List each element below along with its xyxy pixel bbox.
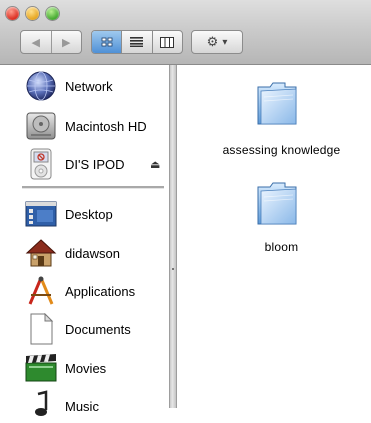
sidebar-resize-handle[interactable]: [169, 65, 177, 408]
minimize-window-button[interactable]: [26, 7, 39, 20]
sidebar-item-label: Documents: [65, 321, 131, 337]
sidebar-item-label: Desktop: [65, 206, 113, 222]
back-button[interactable]: ◀: [21, 31, 51, 53]
sidebar-item-desktop[interactable]: Desktop: [0, 197, 169, 231]
gear-icon: ⚙: [206, 34, 219, 49]
sidebar-item-label: Applications: [65, 283, 136, 299]
list-view-button[interactable]: [121, 31, 151, 53]
applications-icon: [24, 274, 58, 308]
sidebar-item-label: didawson: [65, 245, 120, 261]
sidebar-item-network[interactable]: Network: [0, 69, 169, 103]
hard-drive-icon: [24, 109, 58, 143]
window-toolbar: ◀ ▶ ⚙ ▾: [0, 0, 371, 65]
action-menu-button[interactable]: ⚙ ▾: [191, 30, 243, 54]
folder-label: bloom: [264, 240, 299, 254]
view-mode-control: [91, 30, 183, 54]
column-view-icon: [160, 36, 175, 48]
sidebar: Network Macintosh HD DI'S IPOD ⏏ Desktop…: [0, 65, 169, 416]
sidebar-item-label: Music: [65, 398, 99, 414]
sidebar-item-label: DI'S IPOD: [65, 156, 125, 172]
zoom-window-button[interactable]: [46, 7, 59, 20]
back-arrow-icon: ◀: [31, 36, 40, 49]
icon-view-button[interactable]: [92, 31, 122, 53]
sidebar-item-applications[interactable]: Applications: [0, 274, 169, 308]
sidebar-item-home[interactable]: didawson: [0, 236, 169, 270]
icon-view-icon: [101, 37, 113, 47]
desktop-icon: [24, 197, 58, 231]
documents-icon: [24, 312, 58, 346]
ipod-icon: [24, 147, 58, 181]
sidebar-item-music[interactable]: Music: [0, 389, 169, 423]
movies-icon: [24, 351, 58, 385]
folder-icon: [257, 82, 297, 125]
sidebar-item-label: Network: [65, 78, 113, 94]
eject-icon[interactable]: ⏏: [150, 147, 160, 181]
back-forward-control: ◀ ▶: [20, 30, 82, 54]
folder-content-area: assessing knowledge bloom: [178, 65, 371, 408]
sidebar-item-movies[interactable]: Movies: [0, 351, 169, 385]
close-window-button[interactable]: [6, 7, 19, 20]
sidebar-item-label: Macintosh HD: [65, 118, 147, 134]
list-view-icon: [130, 37, 144, 47]
forward-button[interactable]: ▶: [50, 31, 82, 53]
sidebar-item-macintosh-hd[interactable]: Macintosh HD: [0, 109, 169, 143]
column-view-button[interactable]: [151, 31, 182, 53]
home-icon: [24, 236, 58, 270]
music-icon: [24, 389, 58, 423]
sidebar-divider: [22, 186, 164, 189]
sidebar-item-label: Movies: [65, 360, 107, 376]
forward-arrow-icon: ▶: [62, 36, 71, 49]
resize-grip-icon: [172, 268, 174, 270]
chevron-down-icon: ▾: [222, 36, 228, 48]
sidebar-item-documents[interactable]: Documents: [0, 312, 169, 346]
network-globe-icon: [24, 69, 58, 103]
sidebar-item-ipod[interactable]: DI'S IPOD ⏏: [0, 147, 169, 181]
folder-label: assessing knowledge: [222, 143, 341, 157]
folder-icon: [257, 182, 297, 225]
